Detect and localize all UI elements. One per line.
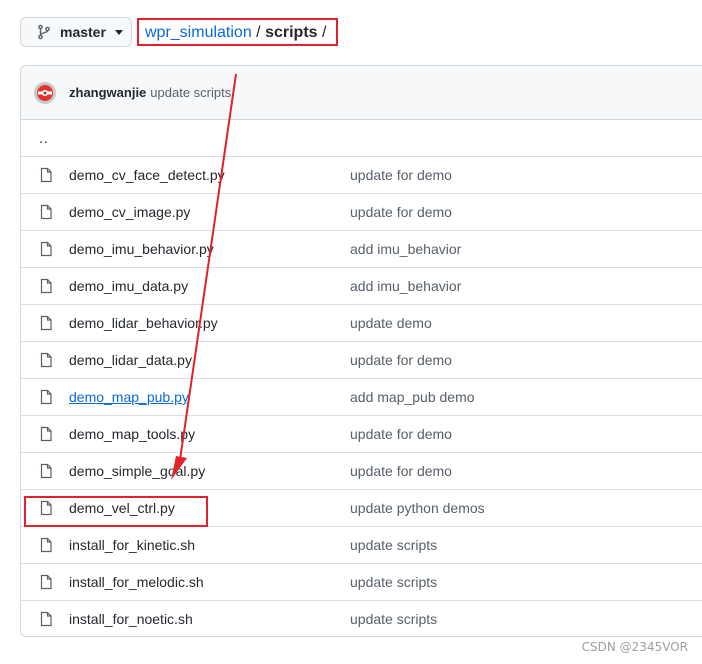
- commit-message[interactable]: update scripts: [150, 85, 231, 100]
- file-icon: [40, 241, 52, 257]
- file-name-link[interactable]: demo_simple_goal.py: [69, 463, 205, 479]
- breadcrumb-separator: /: [256, 24, 261, 41]
- file-name-link[interactable]: demo_lidar_data.py: [69, 352, 192, 368]
- file-row[interactable]: demo_map_tools.py update for demo: [21, 415, 702, 452]
- file-commit-message[interactable]: update for demo: [350, 463, 452, 479]
- file-icon: [40, 167, 52, 183]
- file-name-link[interactable]: demo_imu_behavior.py: [69, 241, 214, 257]
- file-row[interactable]: demo_cv_image.py update for demo: [21, 193, 702, 230]
- file-icon: [40, 315, 52, 331]
- file-commit-message[interactable]: update scripts: [350, 611, 437, 627]
- file-name-link[interactable]: install_for_melodic.sh: [69, 574, 204, 590]
- file-commit-message[interactable]: add imu_behavior: [350, 278, 461, 294]
- file-commit-message[interactable]: update python demos: [350, 500, 485, 516]
- branch-label: master: [60, 24, 106, 40]
- branch-select-button[interactable]: master: [20, 17, 132, 47]
- file-commit-message[interactable]: add map_pub demo: [350, 389, 475, 405]
- file-icon: [40, 574, 52, 590]
- file-name-link[interactable]: install_for_noetic.sh: [69, 611, 193, 627]
- file-list: zhangwanjie update scripts .. demo_cv_fa…: [20, 65, 702, 637]
- file-commit-message[interactable]: update for demo: [350, 167, 452, 183]
- file-name-link[interactable]: demo_cv_face_detect.py: [69, 167, 225, 183]
- file-commit-message[interactable]: add imu_behavior: [350, 241, 461, 257]
- file-commit-message[interactable]: update scripts: [350, 574, 437, 590]
- file-name-link[interactable]: demo_imu_data.py: [69, 278, 188, 294]
- breadcrumb: wpr_simulation / scripts /: [145, 23, 326, 43]
- file-name-link[interactable]: demo_cv_image.py: [69, 204, 190, 220]
- parent-directory-link[interactable]: ..: [39, 130, 49, 146]
- file-commit-message[interactable]: update for demo: [350, 426, 452, 442]
- file-row[interactable]: install_for_kinetic.sh update scripts: [21, 526, 702, 563]
- chevron-down-icon: [114, 29, 123, 35]
- latest-commit-bar: zhangwanjie update scripts: [21, 66, 702, 120]
- commit-author[interactable]: zhangwanjie: [69, 85, 146, 100]
- breadcrumb-separator: /: [322, 24, 327, 41]
- breadcrumb-current: scripts: [265, 24, 318, 41]
- parent-directory-row[interactable]: ..: [21, 120, 702, 156]
- file-icon: [40, 352, 52, 368]
- file-commit-message[interactable]: update scripts: [350, 537, 437, 553]
- file-row[interactable]: demo_imu_data.py add imu_behavior: [21, 267, 702, 304]
- watermark: CSDN @2345VOR: [581, 640, 688, 654]
- breadcrumb-repo-link[interactable]: wpr_simulation: [145, 24, 252, 41]
- file-name-link[interactable]: demo_map_pub.py: [69, 389, 189, 405]
- file-row[interactable]: demo_imu_behavior.py add imu_behavior: [21, 230, 702, 267]
- file-icon: [40, 278, 52, 294]
- file-row[interactable]: demo_cv_face_detect.py update for demo: [21, 156, 702, 193]
- file-icon: [40, 389, 52, 405]
- avatar[interactable]: [33, 81, 57, 105]
- file-row[interactable]: install_for_noetic.sh update scripts: [21, 600, 702, 636]
- file-row[interactable]: demo_lidar_data.py update for demo: [21, 341, 702, 378]
- file-icon: [40, 463, 52, 479]
- file-icon: [40, 537, 52, 553]
- file-name-link[interactable]: demo_lidar_behavior.py: [69, 315, 218, 331]
- git-branch-icon: [38, 24, 50, 40]
- file-commit-message[interactable]: update for demo: [350, 204, 452, 220]
- file-icon: [40, 611, 52, 627]
- file-commit-message[interactable]: update demo: [350, 315, 432, 331]
- file-name-link[interactable]: install_for_kinetic.sh: [69, 537, 195, 553]
- file-row[interactable]: demo_map_pub.py add map_pub demo: [21, 378, 702, 415]
- file-icon: [40, 204, 52, 220]
- file-row[interactable]: install_for_melodic.sh update scripts: [21, 563, 702, 600]
- file-name-link[interactable]: demo_map_tools.py: [69, 426, 195, 442]
- annotation-box-target-file: [24, 496, 208, 527]
- file-commit-message[interactable]: update for demo: [350, 352, 452, 368]
- file-icon: [40, 426, 52, 442]
- file-row[interactable]: demo_simple_goal.py update for demo: [21, 452, 702, 489]
- file-row[interactable]: demo_lidar_behavior.py update demo: [21, 304, 702, 341]
